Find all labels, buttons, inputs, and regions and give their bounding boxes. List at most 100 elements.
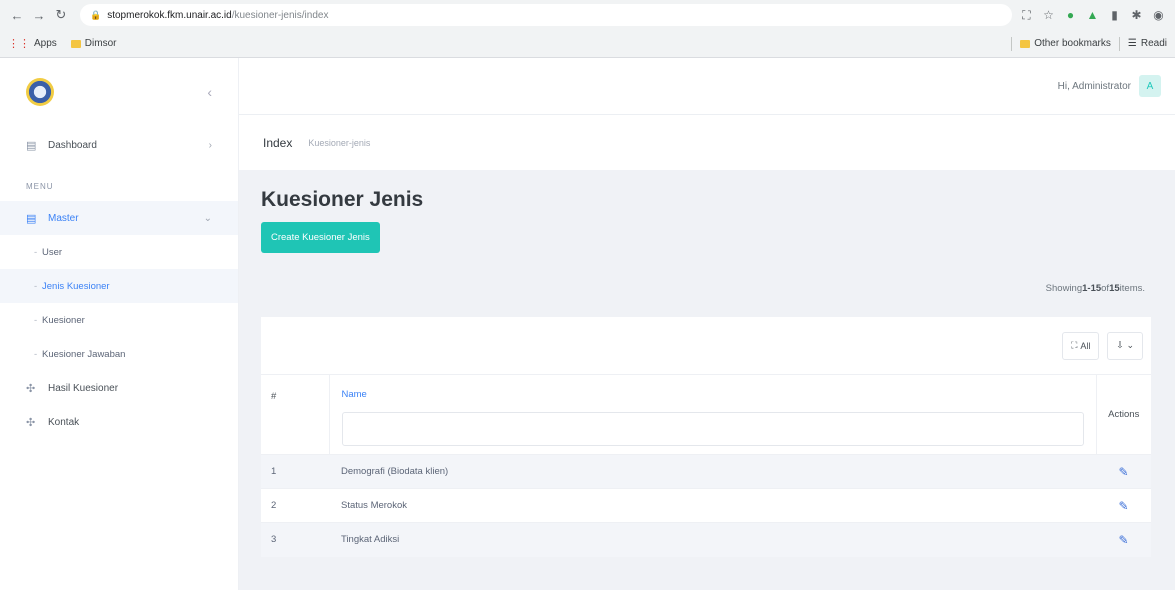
export-button[interactable]: ⇩ ⌄ <box>1107 331 1143 360</box>
sort-name-link[interactable]: Name <box>342 389 1084 400</box>
sidebar-item-kontak[interactable]: ✣ Kontak <box>0 405 238 439</box>
translate-icon[interactable]: ⛶ <box>1020 8 1033 23</box>
table-row: 3 Tingkat Adiksi ✎ <box>261 522 1151 557</box>
summary-prefix: Showing <box>1045 282 1083 294</box>
address-bar[interactable]: 🔒 stopmerokok.fkm.unair.ac.id/kuesioner-… <box>80 4 1012 26</box>
bookmark-label: Readi <box>1140 38 1167 49</box>
row-name: Status Merokok <box>329 488 1096 523</box>
gear-icon: ✣ <box>26 416 36 429</box>
page-title: Kuesioner Jenis <box>261 188 424 211</box>
sidebar-subitem-user[interactable]: - User <box>0 235 238 269</box>
browser-toolbar: ← → ↻ 🔒 stopmerokok.fkm.unair.ac.id/kues… <box>0 0 1175 30</box>
edit-pencil-icon[interactable]: ✎ <box>1096 454 1151 489</box>
divider <box>1118 36 1120 51</box>
column-header-number: # <box>261 375 330 455</box>
avatar[interactable]: A <box>1139 75 1161 97</box>
logo[interactable] <box>26 78 54 106</box>
user-greeting[interactable]: Hi, Administrator <box>1058 81 1131 92</box>
content: Kuesioner Jenis Create Kuesioner Jenis S… <box>239 170 1175 557</box>
name-filter-input[interactable] <box>341 412 1084 446</box>
edit-pencil-icon[interactable]: ✎ <box>1096 488 1151 523</box>
summary-mid: of <box>1101 282 1110 294</box>
extension-icons: ⛶ ☆ ● ▲ ▮ ✱ ◉ <box>1020 8 1165 23</box>
bookmark-other[interactable]: Other bookmarks <box>1020 38 1111 49</box>
gear-icon: ✣ <box>26 382 36 395</box>
menu-section-title: MENU <box>26 182 54 191</box>
breadcrumb-title: Index <box>263 135 293 150</box>
create-kuesioner-jenis-button[interactable]: Create Kuesioner Jenis <box>261 222 380 253</box>
row-number: 3 <box>261 522 329 557</box>
app-shell: ‹ ▤ Dashboard › MENU ▤ Master ⌄ - User -… <box>0 58 1175 590</box>
star-icon[interactable]: ☆ <box>1042 8 1055 22</box>
bookmark-label: Dimsor <box>84 38 117 49</box>
grid-summary: Showing 1-15 of 15 items. <box>261 259 1151 317</box>
collapse-sidebar-icon[interactable]: ‹ <box>207 84 212 100</box>
sidebar-header: ‹ <box>0 58 238 126</box>
forward-icon[interactable]: → <box>28 8 50 23</box>
divider <box>1011 36 1013 51</box>
apps-grid-icon: ⋮⋮ <box>8 38 30 50</box>
show-all-button[interactable]: ⛶ All <box>1062 331 1100 360</box>
bookmark-apps[interactable]: ⋮⋮ Apps <box>8 37 57 50</box>
row-number: 2 <box>261 488 329 523</box>
dash-icon: - <box>34 246 38 258</box>
column-header-name: Name <box>329 375 1097 455</box>
expand-icon: ⛶ <box>1071 340 1078 350</box>
drive-icon[interactable]: ▲ <box>1086 8 1099 22</box>
breadcrumb-path[interactable]: Kuesioner-jenis <box>308 138 370 148</box>
chevron-right-icon: › <box>208 139 212 151</box>
sidebar-subitem-kuesioner[interactable]: - Kuesioner <box>0 303 238 337</box>
row-name: Demografi (Biodata klien) <box>329 454 1096 489</box>
folder-icon <box>70 39 81 48</box>
data-table: # Name Actions 1 Demografi (Biodata klie… <box>261 375 1151 557</box>
folder-icon <box>1020 39 1031 48</box>
url-host: stopmerokok.fkm.unair.ac.id <box>107 9 232 21</box>
reading-list-icon: ☰ <box>1127 38 1137 49</box>
sidebar-item-label: Kontak <box>48 416 80 428</box>
bookmarks-right: Other bookmarks ☰ Readi <box>1003 36 1167 51</box>
sidebar-item-master[interactable]: ▤ Master ⌄ <box>0 201 238 235</box>
dashboard-icon: ▤ <box>26 139 37 152</box>
sidebar-subitem-label: User <box>42 246 63 258</box>
table-row: 1 Demografi (Biodata klien) ✎ <box>261 454 1151 489</box>
browser-chrome: ← → ↻ 🔒 stopmerokok.fkm.unair.ac.id/kues… <box>0 0 1175 58</box>
grid-card: ⛶ All ⇩ ⌄ # Name Actions 1 Demografi (Bi… <box>261 317 1151 557</box>
sidebar-subitem-label: Jenis Kuesioner <box>42 280 110 292</box>
chevron-down-icon: ⌄ <box>203 212 212 224</box>
row-number: 1 <box>261 454 329 489</box>
topbar: Hi, Administrator A <box>239 58 1175 114</box>
bookmark-dimsor[interactable]: Dimsor <box>70 38 117 49</box>
summary-suffix: items. <box>1119 282 1145 294</box>
breadcrumb: Index Kuesioner-jenis <box>239 114 1175 170</box>
extension-green-icon[interactable]: ● <box>1064 8 1077 22</box>
bookmark-reading-list[interactable]: ☰ Readi <box>1128 38 1167 49</box>
sidebar-item-label: Dashboard <box>48 139 97 151</box>
sidebar-subitem-jenis-kuesioner[interactable]: - Jenis Kuesioner <box>0 269 238 303</box>
extension-icon[interactable]: ▮ <box>1108 8 1121 22</box>
dash-icon: - <box>34 280 38 292</box>
sidebar-item-dashboard[interactable]: ▤ Dashboard › <box>0 128 238 162</box>
master-icon: ▤ <box>26 212 37 225</box>
bookmarks-bar: ⋮⋮ Apps Dimsor Other bookmarks ☰ Readi <box>0 30 1175 57</box>
bookmark-label: Other bookmarks <box>1034 38 1111 49</box>
table-row: 2 Status Merokok ✎ <box>261 488 1151 523</box>
sidebar-item-label: Master <box>48 212 79 224</box>
reload-icon[interactable]: ↻ <box>50 7 72 23</box>
puzzle-icon[interactable]: ✱ <box>1130 8 1143 22</box>
sidebar-item-hasil-kuesioner[interactable]: ✣ Hasil Kuesioner <box>0 371 238 405</box>
sidebar-item-label: Hasil Kuesioner <box>48 382 119 394</box>
url-path: /kuesioner-jenis/index <box>231 9 329 21</box>
summary-total: 15 <box>1109 282 1120 294</box>
row-name: Tingkat Adiksi <box>329 522 1096 557</box>
summary-range: 1-15 <box>1082 282 1102 294</box>
sidebar: ‹ ▤ Dashboard › MENU ▤ Master ⌄ - User -… <box>0 58 239 590</box>
sidebar-subitem-label: Kuesioner Jawaban <box>42 348 126 360</box>
table-header-row: # Name Actions <box>261 375 1151 455</box>
dash-icon: - <box>34 348 38 360</box>
sidebar-subitem-kuesioner-jawaban[interactable]: - Kuesioner Jawaban <box>0 337 238 371</box>
profile-icon[interactable]: ◉ <box>1152 8 1165 22</box>
back-icon[interactable]: ← <box>6 8 28 23</box>
edit-pencil-icon[interactable]: ✎ <box>1096 522 1151 557</box>
main-area: Hi, Administrator A Index Kuesioner-jeni… <box>239 58 1175 590</box>
dash-icon: - <box>34 314 38 326</box>
